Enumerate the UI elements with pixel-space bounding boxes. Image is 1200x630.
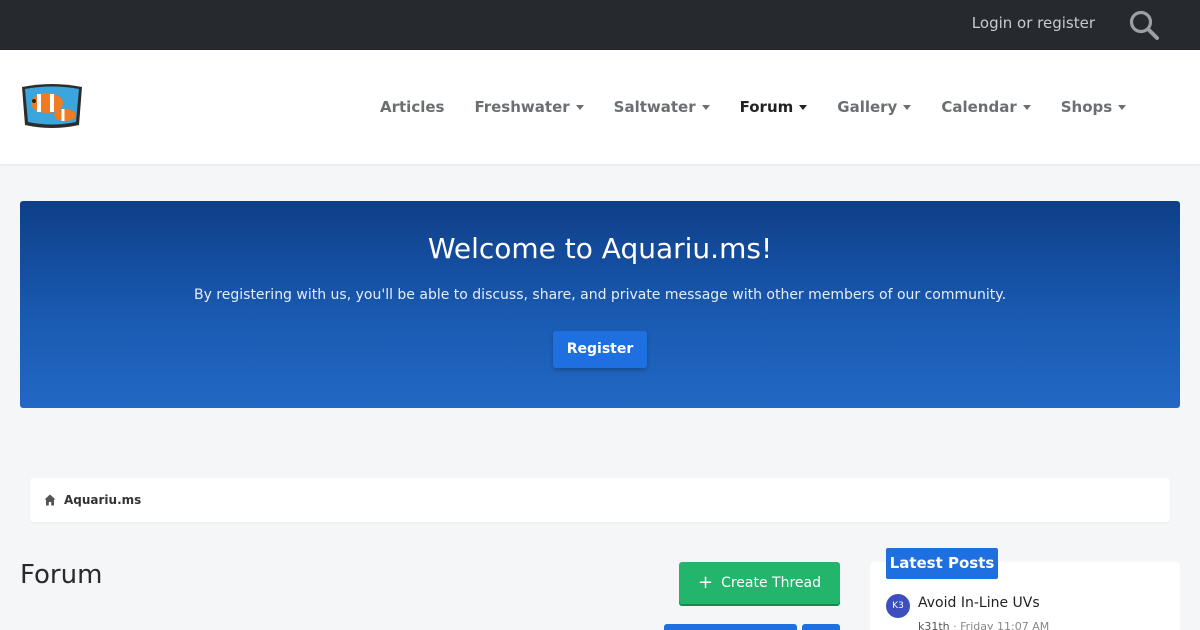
latest-post-title[interactable]: Avoid In-Line UVs bbox=[918, 595, 1040, 611]
latest-post-author[interactable]: k31th bbox=[918, 620, 950, 630]
nav-freshwater-label: Freshwater bbox=[474, 98, 570, 116]
plus-icon: + bbox=[697, 572, 714, 593]
register-button[interactable]: Register bbox=[553, 331, 647, 368]
nav-forum-label: Forum bbox=[739, 98, 794, 116]
nav-saltwater-label: Saltwater bbox=[613, 98, 696, 116]
create-thread-label: Create Thread bbox=[721, 575, 821, 591]
chevron-down-icon bbox=[701, 104, 710, 110]
page-title: Forum bbox=[20, 560, 103, 590]
breadcrumb: Aquariu.ms bbox=[30, 478, 1170, 522]
nav-gallery[interactable]: Gallery bbox=[837, 98, 912, 116]
site-header: Articles Freshwater Saltwater Forum Gall… bbox=[0, 50, 1200, 164]
nav-forum[interactable]: Forum bbox=[740, 98, 808, 116]
welcome-banner: Welcome to Aquariu.ms! By registering wi… bbox=[20, 201, 1180, 408]
home-icon[interactable] bbox=[44, 494, 56, 506]
latest-post-time: Friday 11:07 AM bbox=[960, 620, 1050, 630]
chevron-down-icon bbox=[1022, 104, 1031, 110]
banner-title: Welcome to Aquariu.ms! bbox=[427, 232, 773, 265]
nav-calendar-label: Calendar bbox=[941, 98, 1017, 116]
nav-shops-label: Shops bbox=[1060, 98, 1113, 116]
action-button[interactable] bbox=[664, 624, 797, 630]
nav-shops[interactable]: Shops bbox=[1060, 98, 1127, 116]
chevron-down-icon bbox=[799, 104, 808, 110]
nav-calendar[interactable]: Calendar bbox=[941, 98, 1031, 116]
avatar[interactable]: K3 bbox=[886, 594, 910, 618]
login-register-link[interactable]: Login or register bbox=[972, 14, 1095, 32]
nav-saltwater[interactable]: Saltwater bbox=[614, 98, 710, 116]
chevron-down-icon bbox=[1118, 104, 1127, 110]
nav-gallery-label: Gallery bbox=[837, 98, 898, 116]
banner-text: By registering with us, you'll be able t… bbox=[193, 287, 1007, 303]
latest-posts-heading: Latest Posts bbox=[886, 548, 998, 579]
breadcrumb-home-link[interactable]: Aquariu.ms bbox=[64, 493, 141, 507]
chevron-down-icon bbox=[575, 104, 584, 110]
action-menu-button[interactable] bbox=[802, 624, 840, 630]
nav-freshwater[interactable]: Freshwater bbox=[474, 98, 584, 116]
chevron-down-icon bbox=[903, 104, 912, 110]
latest-post-meta: k31th · Friday 11:07 AM bbox=[918, 620, 1049, 630]
nav-articles-label: Articles bbox=[380, 98, 445, 116]
clownfish-logo[interactable] bbox=[19, 81, 85, 133]
main-nav: Articles Freshwater Saltwater Forum Gall… bbox=[380, 96, 1156, 118]
search-icon[interactable] bbox=[1128, 9, 1160, 41]
top-bar: Login or register bbox=[0, 0, 1200, 50]
create-thread-button[interactable]: + Create Thread bbox=[679, 562, 840, 604]
nav-articles[interactable]: Articles bbox=[380, 98, 444, 116]
